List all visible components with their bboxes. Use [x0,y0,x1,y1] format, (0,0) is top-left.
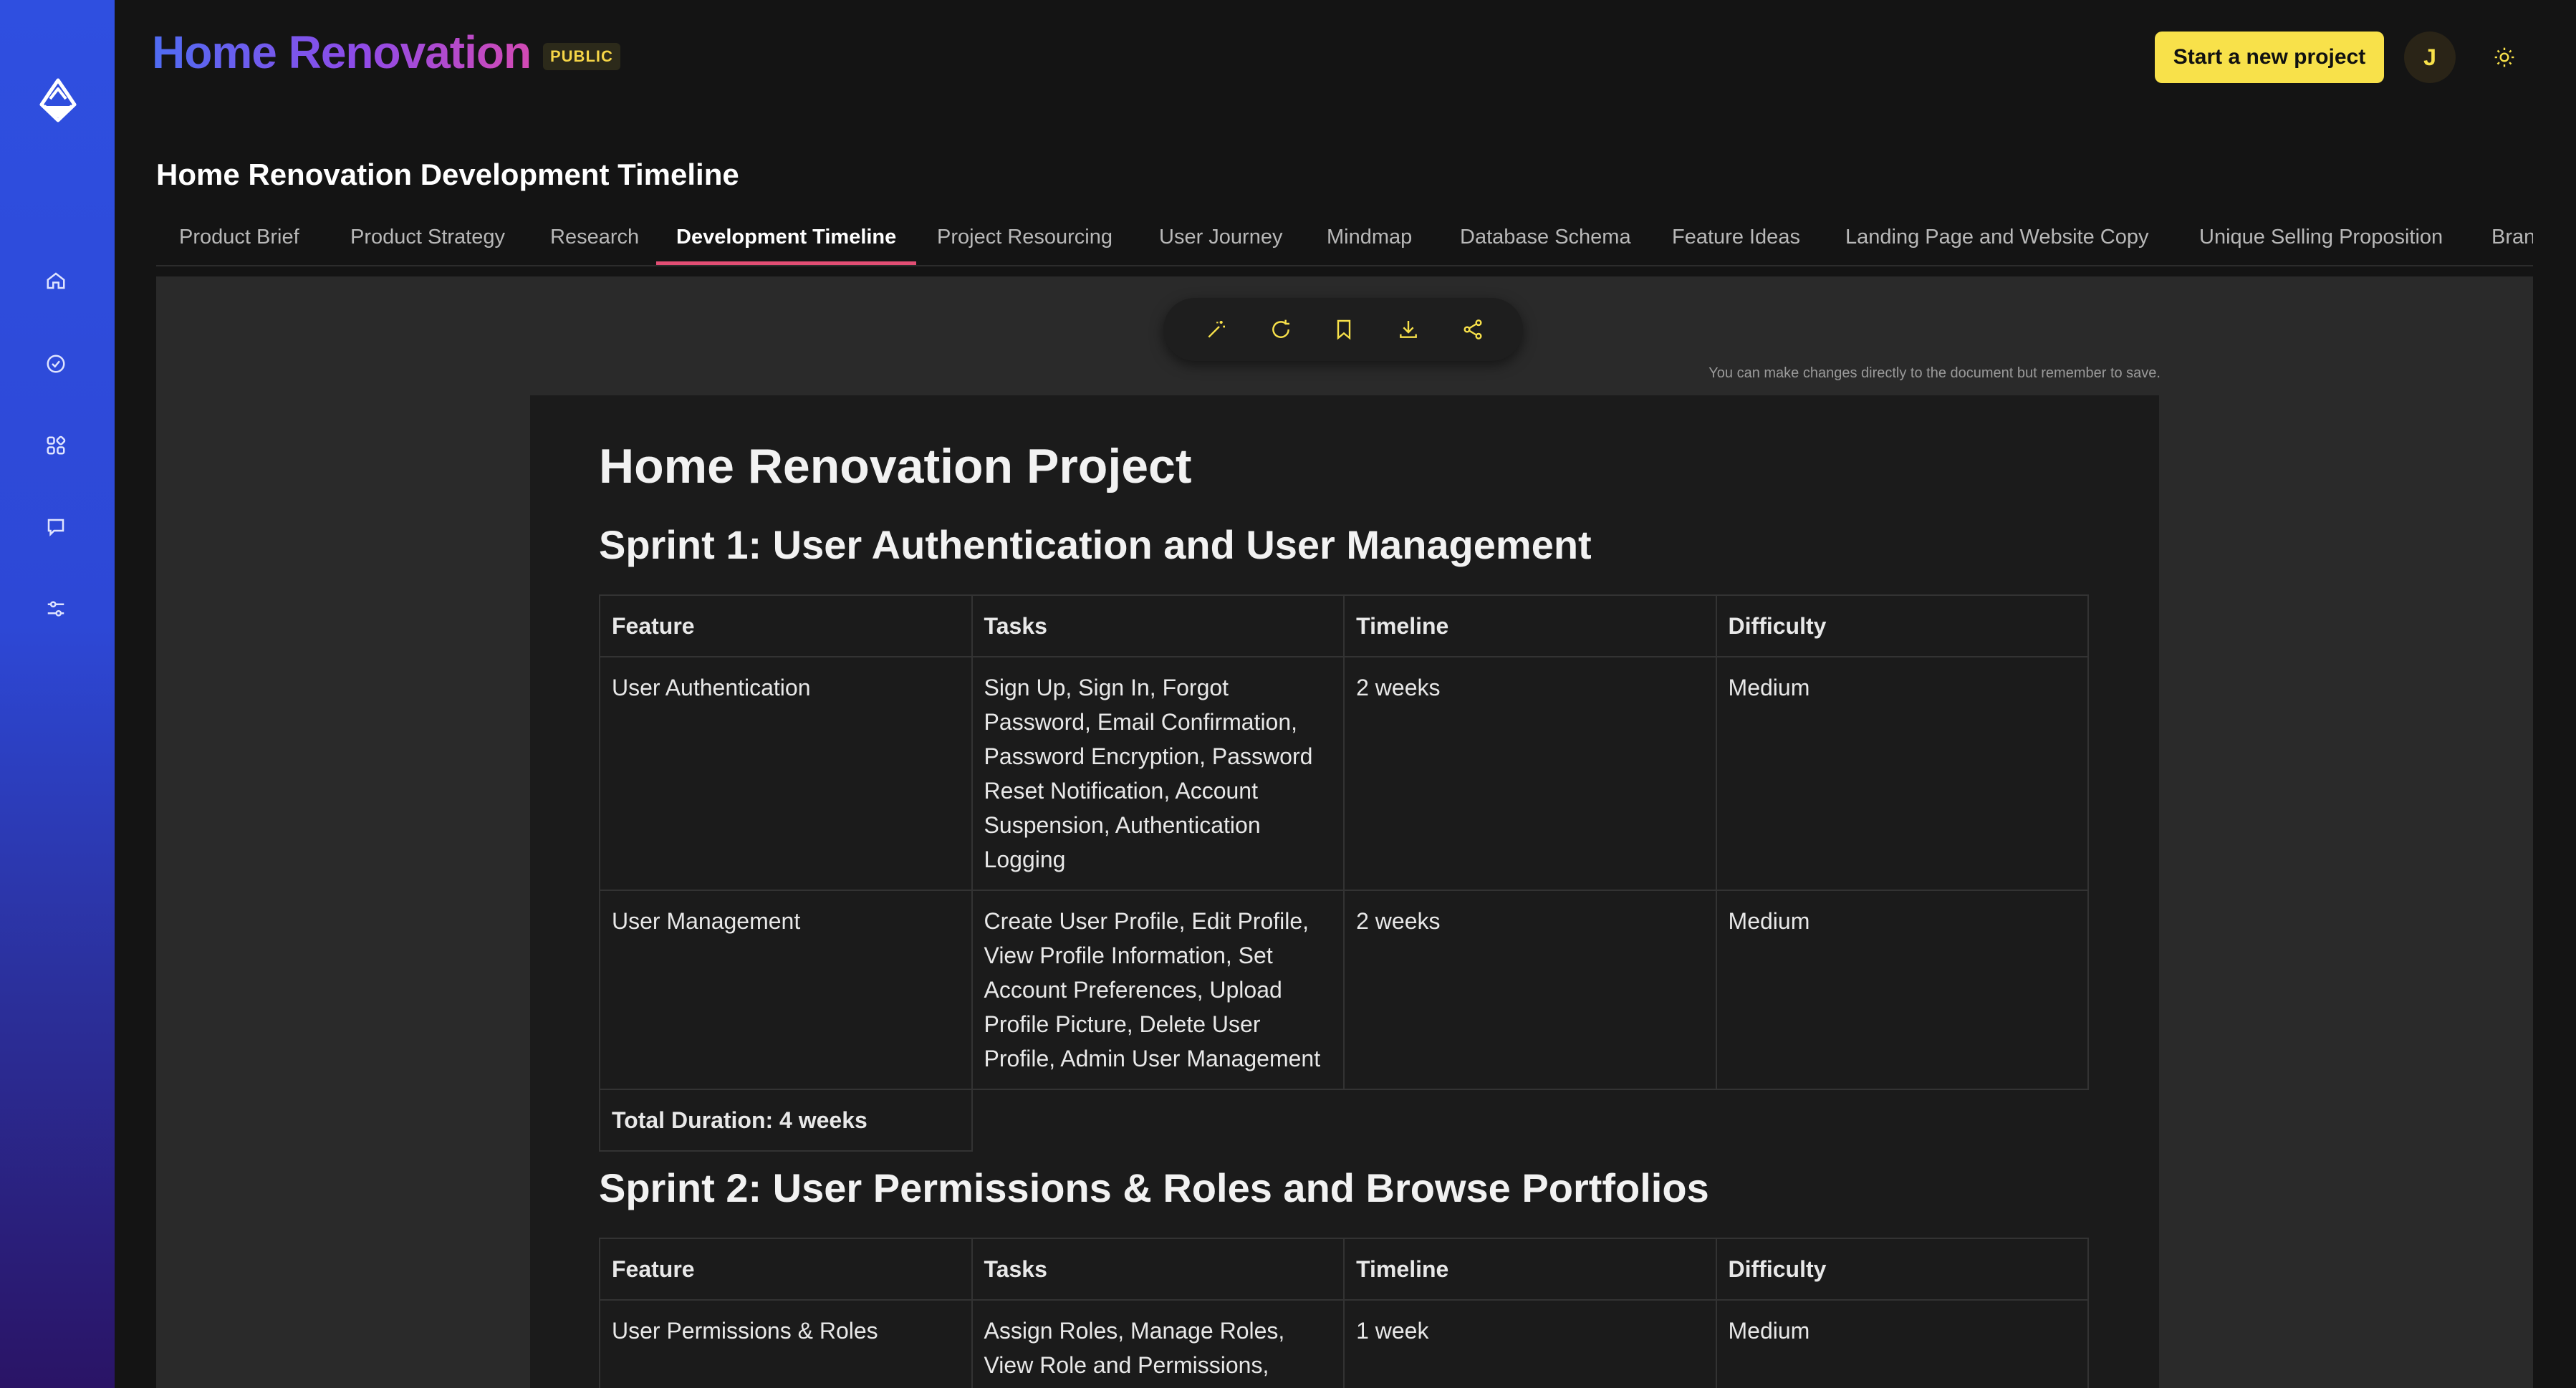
refresh-icon[interactable] [1265,314,1297,345]
user-avatar[interactable]: J [2404,32,2456,83]
download-icon[interactable] [1393,314,1424,345]
tab-user-journey[interactable]: User Journey [1159,215,1282,265]
timeline-cell[interactable]: 1 week [1343,1299,1717,1388]
document-tabs: Product Brief Product Strategy Research … [156,215,2533,266]
share-icon[interactable] [1457,314,1489,345]
sidebar [0,0,115,1388]
tab-database-schema[interactable]: Database Schema [1460,215,1631,265]
home-icon[interactable] [42,266,70,295]
tasks-cell[interactable]: Sign Up, Sign In, Forgot Password, Email… [971,656,1345,891]
feature-cell[interactable]: User Management [599,890,973,1090]
tab-project-resourcing[interactable]: Project Resourcing [937,215,1112,265]
difficulty-cell[interactable]: Medium [1715,890,2090,1090]
tab-landing-page-copy[interactable]: Landing Page and Website Copy [1845,215,2149,265]
document-title[interactable]: Home Renovation Project [599,438,1192,494]
chat-icon[interactable] [42,513,70,541]
empty-cell [972,1089,1345,1151]
feature-cell[interactable]: User Authentication [599,656,973,891]
editable-document[interactable]: Home Renovation Project Sprint 1: User A… [530,395,2159,1388]
tab-mindmap[interactable]: Mindmap [1327,215,1412,265]
column-header-feature: Feature [599,1238,973,1301]
start-new-project-button[interactable]: Start a new project [2155,32,2384,83]
table-row: User Management Create User Profile, Edi… [599,890,2090,1090]
tab-unique-selling-proposition[interactable]: Unique Selling Proposition [2199,215,2443,265]
column-header-tasks: Tasks [971,594,1345,657]
column-header-difficulty: Difficulty [1715,1238,2090,1301]
save-hint-text: You can make changes directly to the doc… [1708,365,2161,381]
tab-product-brief[interactable]: Product Brief [179,215,299,265]
sprint-1-heading[interactable]: Sprint 1: User Authentication and User M… [599,521,1592,568]
total-duration-cell[interactable]: Total Duration: 4 weeks [599,1089,973,1152]
theme-toggle-sun-icon[interactable] [2487,40,2522,74]
page-title: Home Renovation Development Timeline [156,158,739,191]
timeline-cell[interactable]: 2 weeks [1343,656,1717,891]
bookmark-icon[interactable] [1328,314,1360,345]
empty-cell [1716,1089,2088,1151]
column-header-difficulty: Difficulty [1715,594,2090,657]
tasks-cell[interactable]: Create User Profile, Edit Profile, View … [971,890,1345,1090]
tab-feature-ideas[interactable]: Feature Ideas [1672,215,1800,265]
tab-product-strategy[interactable]: Product Strategy [350,215,505,265]
empty-cell [1344,1089,1716,1151]
tab-development-timeline[interactable]: Development Timeline [656,215,917,265]
column-header-feature: Feature [599,594,973,657]
sprint-2-heading[interactable]: Sprint 2: User Permissions & Roles and B… [599,1165,1709,1211]
document-toolbar [1163,298,1523,361]
table-header-row: Feature Tasks Timeline Difficulty [599,594,2090,657]
magic-wand-icon[interactable] [1201,314,1232,345]
table-row: User Permissions & Roles Assign Roles, M… [599,1299,2090,1388]
sprint-1-table: Feature Tasks Timeline Difficulty User A… [599,594,2090,1152]
column-header-timeline: Timeline [1343,594,1717,657]
timeline-cell[interactable]: 2 weeks [1343,890,1717,1090]
column-header-timeline: Timeline [1343,1238,1717,1301]
tasks-cell[interactable]: Assign Roles, Manage Roles, View Role an… [971,1299,1345,1388]
sprint-2-table: Feature Tasks Timeline Difficulty User P… [599,1238,2090,1388]
sliders-icon[interactable] [42,594,70,623]
table-total-row: Total Duration: 4 weeks [599,1089,2088,1152]
column-header-tasks: Tasks [971,1238,1345,1301]
check-circle-icon[interactable] [42,350,70,378]
table-header-row: Feature Tasks Timeline Difficulty [599,1238,2090,1301]
tab-research[interactable]: Research [550,215,639,265]
visibility-badge: PUBLIC [543,43,620,70]
tab-brand[interactable]: Bran [2491,215,2533,265]
feature-cell[interactable]: User Permissions & Roles [599,1299,973,1388]
apps-icon[interactable] [42,431,70,460]
app-logo-icon[interactable] [34,77,82,125]
app-brand-title[interactable]: Home Renovation [152,26,532,79]
document-workspace: You can make changes directly to the doc… [156,276,2533,1388]
difficulty-cell[interactable]: Medium [1715,656,2090,891]
table-row: User Authentication Sign Up, Sign In, Fo… [599,656,2090,891]
difficulty-cell[interactable]: Medium [1715,1299,2090,1388]
